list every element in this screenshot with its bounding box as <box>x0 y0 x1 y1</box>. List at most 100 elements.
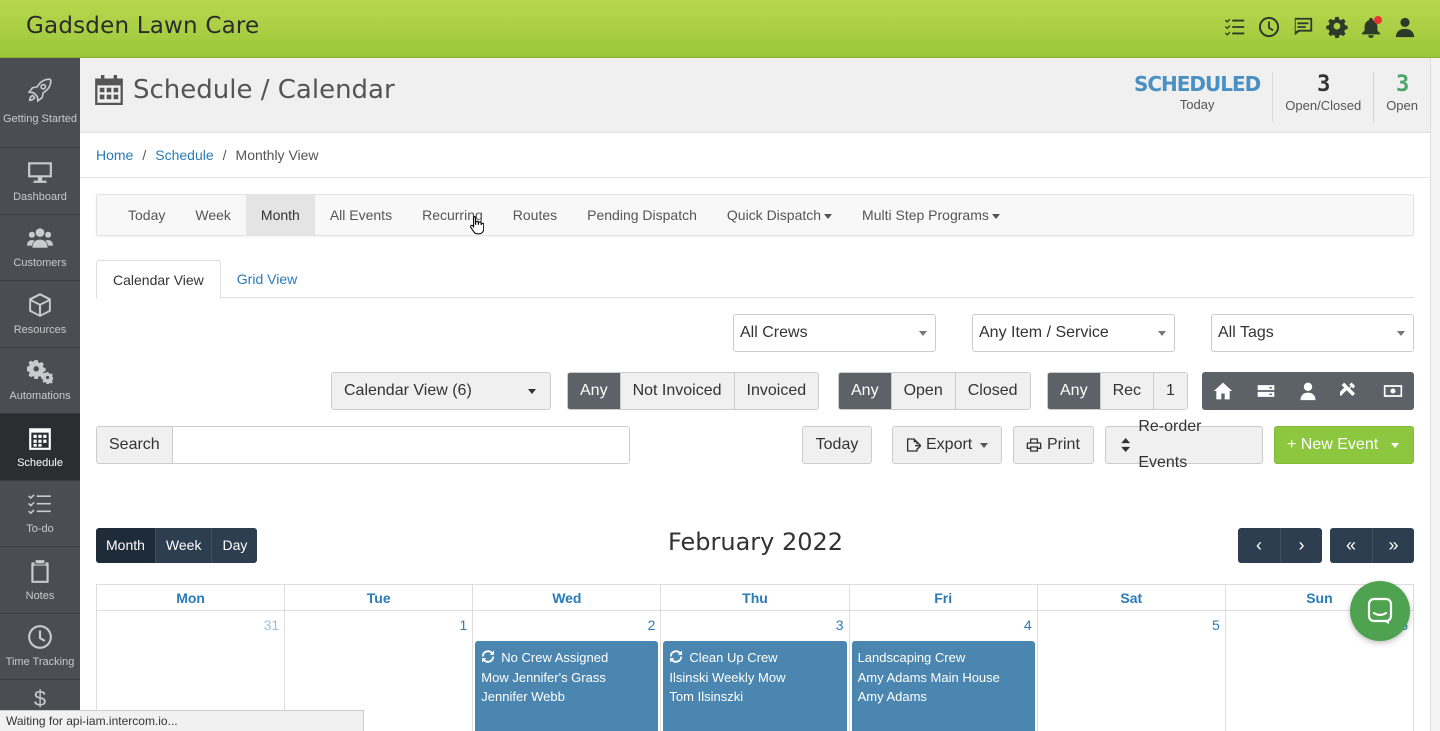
schedule-nav: Today Week Month All Events Recurring Ro… <box>96 194 1414 236</box>
breadcrumb-separator: / <box>222 147 227 163</box>
item-service-select[interactable]: Any Item / Service <box>972 314 1175 352</box>
tools-icon[interactable] <box>1340 381 1360 401</box>
browser-status-bar: Waiting for api-iam.intercom.io... <box>0 710 364 731</box>
day-number: 31 <box>263 617 280 633</box>
select-value: Any Item / Service <box>979 324 1109 341</box>
not-invoiced-button[interactable]: Not Invoiced <box>619 373 734 409</box>
person-icon[interactable] <box>1298 381 1318 401</box>
weekday-header: Mon <box>176 590 205 606</box>
nav-recurring[interactable]: Recurring <box>407 195 498 235</box>
recurring-any-button[interactable]: Any <box>1048 373 1100 409</box>
home-icon[interactable] <box>1213 381 1233 401</box>
sort-icon <box>1121 437 1131 453</box>
sidebar-item-label: Getting Started <box>3 112 77 125</box>
page-scrollbar[interactable] <box>1430 58 1440 731</box>
gear-icon[interactable] <box>1326 14 1348 40</box>
sidebar-item-getting-started[interactable]: Getting Started <box>0 58 80 148</box>
tags-select[interactable]: All Tags <box>1211 314 1414 352</box>
print-button[interactable]: Print <box>1013 426 1094 464</box>
weekday-header: Sat <box>1036 585 1225 610</box>
weekday-header: Thu <box>660 585 848 610</box>
invoice-any-button[interactable]: Any <box>568 373 620 409</box>
event-title: Mow Jennifer's Grass <box>481 669 606 685</box>
nav-month[interactable]: Month <box>245 195 315 235</box>
sidebar-item-todo[interactable]: To-do <box>0 481 80 547</box>
sidebar-item-label: Automations <box>9 390 71 403</box>
money-icon[interactable] <box>1383 381 1403 401</box>
breadcrumb-schedule[interactable]: Schedule <box>155 147 213 163</box>
select-value: All Tags <box>1218 324 1274 341</box>
nav-quick-dispatch[interactable]: Quick Dispatch <box>712 195 847 235</box>
print-icon <box>1026 438 1042 452</box>
user-icon[interactable] <box>1394 14 1416 40</box>
stat-open[interactable]: 3 Open <box>1373 72 1430 122</box>
stat-scheduled[interactable]: SCHEDULED Today <box>1122 72 1272 122</box>
calendar-week-button[interactable]: Week <box>154 528 212 563</box>
caret-down-icon <box>1391 442 1400 448</box>
next-year-button[interactable]: » <box>1372 528 1414 563</box>
chat-icon[interactable] <box>1292 14 1314 40</box>
new-event-button[interactable]: + New Event <box>1274 426 1414 464</box>
breadcrumb-home[interactable]: Home <box>96 147 133 163</box>
search-input[interactable] <box>172 426 630 464</box>
sidebar-item-resources[interactable]: Resources <box>0 281 80 348</box>
tasks-icon[interactable] <box>1224 14 1246 40</box>
calendar-icon <box>95 75 123 105</box>
calendar-day-cell[interactable]: 3 Clean Up Crew Ilsinski Weekly Mow Tom … <box>660 611 848 731</box>
caret-down-icon <box>528 389 536 394</box>
caret-down-icon <box>824 213 833 219</box>
calendar-event[interactable]: Clean Up Crew Ilsinski Weekly Mow Tom Il… <box>663 641 847 731</box>
intercom-chat-button[interactable] <box>1350 581 1410 641</box>
reorder-events-button[interactable]: Re-order Events <box>1105 418 1263 471</box>
recurring-rec-button[interactable]: Rec <box>1099 373 1154 409</box>
bell-icon[interactable] <box>1360 14 1382 40</box>
calendar-view-select[interactable]: Calendar View (6) <box>331 372 551 410</box>
next-month-button[interactable]: › <box>1280 528 1322 563</box>
calendar-day-cell[interactable]: 4 Landscaping Crew Amy Adams Main House … <box>848 611 1037 731</box>
status-open-button[interactable]: Open <box>890 373 955 409</box>
server-icon[interactable] <box>1256 381 1276 401</box>
sidebar-item-time-tracking[interactable]: Time Tracking <box>0 614 80 680</box>
calendar-day-cell[interactable]: 2 No Crew Assigned Mow Jennifer's Grass … <box>472 611 660 731</box>
caret-down-icon <box>1158 331 1166 336</box>
calendar-event[interactable]: Landscaping Crew Amy Adams Main House Am… <box>851 641 1035 731</box>
sidebar-item-label: Schedule <box>17 456 63 469</box>
prev-month-button[interactable]: ‹ <box>1238 528 1280 563</box>
sidebar-item-automations[interactable]: Automations <box>0 348 80 414</box>
status-any-button[interactable]: Any <box>839 373 891 409</box>
calendar-day-cell[interactable]: 5 <box>1036 611 1225 731</box>
clock-icon <box>28 625 52 650</box>
calendar-month-button[interactable]: Month <box>96 528 155 563</box>
stat-label: Open <box>1386 98 1418 113</box>
nav-week[interactable]: Week <box>180 195 246 235</box>
nav-routes[interactable]: Routes <box>498 195 572 235</box>
tab-calendar-view[interactable]: Calendar View <box>96 260 221 299</box>
recurring-one-button[interactable]: 1 <box>1153 373 1187 409</box>
sidebar-item-schedule[interactable]: Schedule <box>0 414 80 481</box>
sidebar: Getting Started Dashboard Customers Reso… <box>0 58 80 731</box>
export-button[interactable]: Export <box>892 426 1002 464</box>
stat-open-closed[interactable]: 3 Open/Closed <box>1272 72 1373 122</box>
calendar-day-button[interactable]: Day <box>211 528 258 563</box>
nav-multi-step-programs[interactable]: Multi Step Programs <box>847 195 1015 235</box>
button-label: Export <box>926 436 973 453</box>
sidebar-item-dashboard[interactable]: Dashboard <box>0 148 80 215</box>
calendar-event[interactable]: No Crew Assigned Mow Jennifer's Grass Je… <box>475 641 659 731</box>
status-closed-button[interactable]: Closed <box>954 373 1030 409</box>
chat-icon <box>1367 597 1393 624</box>
sidebar-item-customers[interactable]: Customers <box>0 215 80 281</box>
tab-grid-view[interactable]: Grid View <box>221 260 313 297</box>
clock-icon[interactable] <box>1258 14 1280 40</box>
invoiced-button[interactable]: Invoiced <box>733 373 819 409</box>
brand-name[interactable]: Gadsden Lawn Care <box>26 13 259 39</box>
prev-year-button[interactable]: « <box>1330 528 1372 563</box>
monitor-icon <box>28 162 52 183</box>
crews-select[interactable]: All Crews <box>733 314 936 352</box>
nav-all-events[interactable]: All Events <box>315 195 407 235</box>
sidebar-item-notes[interactable]: Notes <box>0 547 80 614</box>
nav-today[interactable]: Today <box>113 195 180 235</box>
search-label: Search <box>96 426 173 464</box>
caret-down-icon <box>1397 331 1405 336</box>
nav-pending-dispatch[interactable]: Pending Dispatch <box>572 195 712 235</box>
today-button[interactable]: Today <box>802 426 872 464</box>
